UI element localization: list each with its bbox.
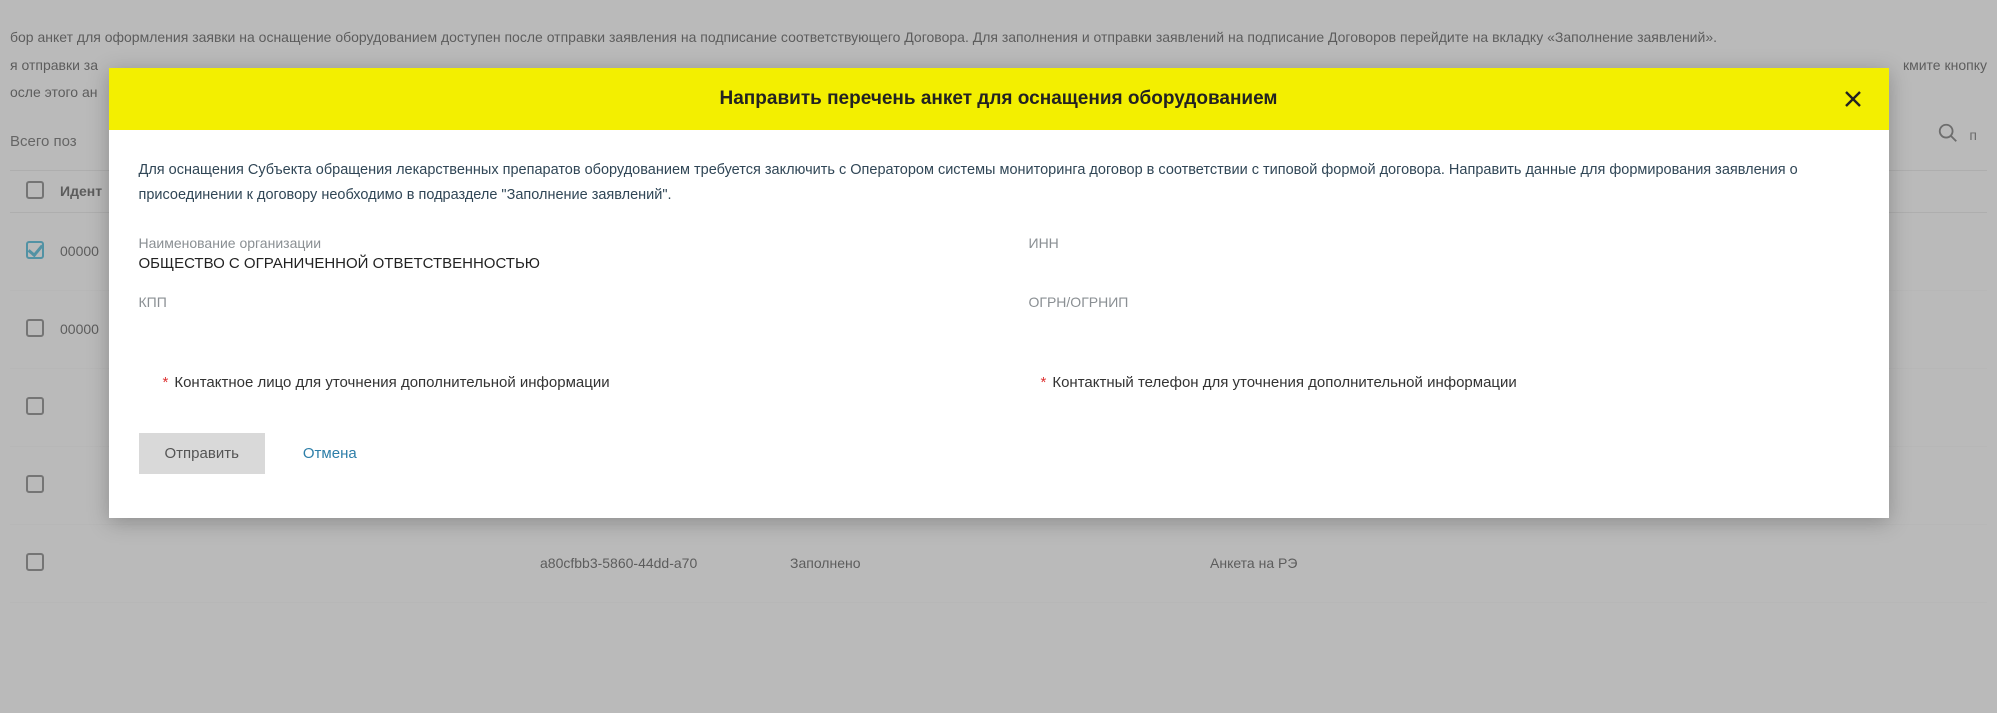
org-value: ОБЩЕСТВО С ОГРАНИЧЕННОЙ ОТВЕТСТВЕННОСТЬЮ xyxy=(139,255,969,272)
kpp-label: КПП xyxy=(139,294,969,310)
contact-person-field[interactable]: * Контактное лицо для уточнения дополните… xyxy=(163,374,981,391)
modal-header: Направить перечень анкет для оснащения о… xyxy=(109,68,1889,130)
send-button[interactable]: Отправить xyxy=(139,433,265,474)
ogrn-field: ОГРН/ОГРНИП xyxy=(1029,294,1859,314)
modal-description: Для оснащения Субъекта обращения лекарст… xyxy=(139,158,1859,207)
contact-phone-label: Контактный телефон для уточнения дополни… xyxy=(1052,374,1516,391)
close-icon[interactable] xyxy=(1841,87,1865,111)
required-asterisk: * xyxy=(163,374,169,391)
inn-label: ИНН xyxy=(1029,235,1859,251)
contact-phone-field[interactable]: * Контактный телефон для уточнения дополн… xyxy=(1041,374,1859,391)
ogrn-label: ОГРН/ОГРНИП xyxy=(1029,294,1859,310)
contact-person-label: Контактное лицо для уточнения дополнител… xyxy=(174,374,609,391)
cancel-button[interactable]: Отмена xyxy=(303,445,357,462)
required-asterisk: * xyxy=(1041,374,1047,391)
field-grid: Наименование организации ОБЩЕСТВО С ОГРА… xyxy=(139,235,1859,314)
inn-field: ИНН xyxy=(1029,235,1859,272)
kpp-field: КПП xyxy=(139,294,969,314)
org-field: Наименование организации ОБЩЕСТВО С ОГРА… xyxy=(139,235,969,272)
modal-body: Для оснащения Субъекта обращения лекарст… xyxy=(109,130,1889,399)
modal-overlay: Направить перечень анкет для оснащения о… xyxy=(0,0,1997,713)
required-fields-row: * Контактное лицо для уточнения дополните… xyxy=(139,374,1859,391)
modal-dialog: Направить перечень анкет для оснащения о… xyxy=(109,68,1889,518)
org-label: Наименование организации xyxy=(139,235,969,251)
modal-footer: Отправить Отмена xyxy=(109,399,1889,518)
modal-title: Направить перечень анкет для оснащения о… xyxy=(720,88,1278,110)
